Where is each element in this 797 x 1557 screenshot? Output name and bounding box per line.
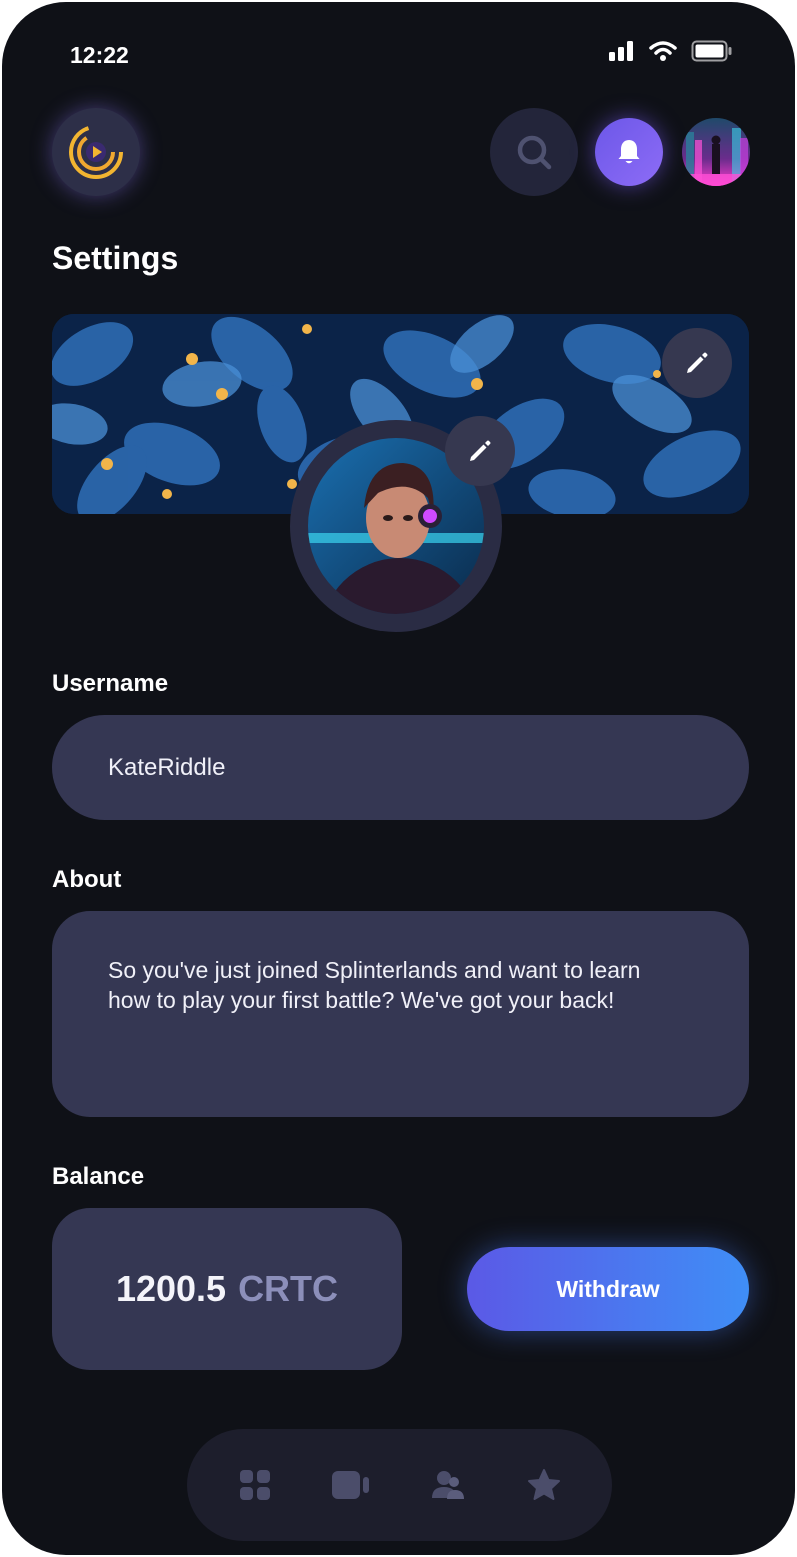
nav-item-video[interactable] (321, 1455, 381, 1515)
username-value: KateRiddle (108, 753, 226, 781)
nav-item-friends[interactable] (418, 1455, 478, 1515)
balance-display: 1200.5 CRTC (52, 1208, 402, 1370)
balance-amount: 1200.5 (115, 1268, 227, 1309)
about-value: So you've just joined Splinterlands and … (108, 957, 641, 1013)
app-logo-button[interactable] (52, 108, 140, 196)
play-logo-icon (69, 125, 123, 179)
star-icon (527, 1469, 560, 1500)
balance-currency: CRTC (238, 1268, 339, 1309)
about-label: About (52, 866, 122, 893)
username-input[interactable]: KateRiddle (52, 715, 749, 820)
user-avatar-small[interactable] (682, 118, 750, 186)
search-icon (517, 135, 552, 170)
wifi-icon (649, 41, 677, 61)
notifications-button[interactable] (595, 118, 663, 186)
grid-icon (240, 1470, 271, 1500)
phone-screen: 12:22 Settings Username KateRiddle About… (2, 2, 795, 1555)
nav-item-home[interactable] (225, 1455, 285, 1515)
search-button[interactable] (490, 108, 578, 196)
cyberpunk-avatar-image (682, 118, 750, 186)
pencil-icon (687, 352, 708, 373)
status-icons (609, 40, 733, 62)
edit-avatar-button[interactable] (445, 416, 515, 486)
edit-cover-button[interactable] (662, 328, 732, 398)
pencil-icon (470, 440, 491, 461)
bottom-nav (187, 1429, 612, 1541)
about-input[interactable]: So you've just joined Splinterlands and … (52, 911, 749, 1117)
balance-label: Balance (52, 1163, 145, 1190)
signal-icon (609, 41, 633, 61)
users-icon (431, 1471, 464, 1499)
withdraw-button[interactable]: Withdraw (467, 1247, 749, 1331)
withdraw-label: Withdraw (556, 1275, 660, 1302)
page-title: Settings (52, 240, 179, 276)
video-icon (332, 1471, 370, 1499)
battery-icon (691, 40, 732, 62)
bell-icon (618, 140, 640, 164)
nav-item-favorites[interactable] (514, 1455, 574, 1515)
status-time: 12:22 (70, 42, 129, 68)
username-label: Username (52, 670, 169, 697)
